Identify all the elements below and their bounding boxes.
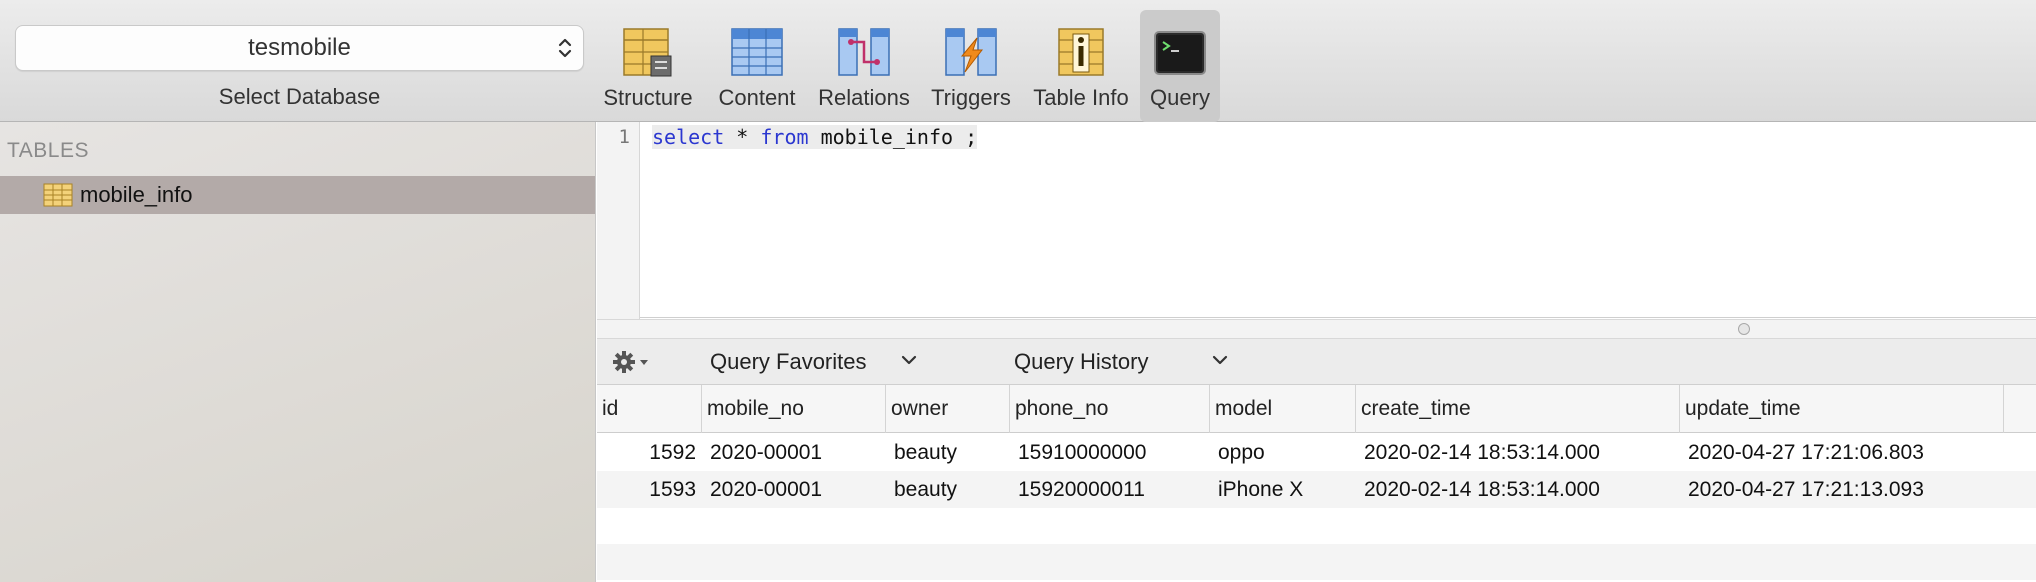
results-table: id mobile_no owner phone_no model create… — [597, 385, 2036, 582]
relations-icon — [838, 28, 890, 76]
cell-owner: beauty — [894, 478, 958, 501]
sidebar-item-mobile-info[interactable]: mobile_info — [0, 176, 595, 214]
cell-model: iPhone X — [1218, 478, 1304, 501]
table-row[interactable]: 1593 2020-00001 beauty 15920000011 iPhon… — [597, 471, 2036, 508]
column-header-phone-no[interactable]: phone_no — [1010, 385, 1210, 433]
content-button[interactable]: Content — [707, 10, 807, 122]
database-select[interactable]: tesmobile — [15, 25, 584, 71]
cell-update-time: 2020-04-27 17:21:06.803 — [1688, 441, 1924, 464]
column-header-create-time[interactable]: create_time — [1356, 385, 1680, 433]
column-header-owner[interactable]: owner — [886, 385, 1010, 433]
editor-divider — [640, 317, 2036, 318]
sidebar: TABLES mobile_info — [0, 122, 596, 582]
cell-create-time: 2020-02-14 18:53:14.000 — [1364, 478, 1600, 501]
table-icon — [43, 183, 73, 207]
table-info-button[interactable]: Table Info — [1026, 10, 1136, 122]
gear-icon[interactable] — [612, 349, 650, 375]
cell-update-time: 2020-04-27 17:21:13.093 — [1688, 478, 1924, 501]
relations-label: Relations — [818, 85, 910, 110]
line-number-gutter: 1 — [597, 122, 640, 319]
triggers-icon — [945, 28, 997, 76]
chevron-down-icon[interactable] — [901, 354, 917, 366]
query-editor[interactable]: 1 select * from mobile_info ; — [597, 122, 2036, 319]
column-header-model[interactable]: model — [1210, 385, 1356, 433]
select-database-label: Select Database — [218, 84, 381, 109]
empty-row — [597, 544, 2036, 580]
cell-mobile-no: 2020-00001 — [710, 441, 823, 464]
cell-model: oppo — [1218, 441, 1265, 464]
content-icon — [731, 28, 783, 76]
table-info-label: Table Info — [1033, 85, 1129, 110]
cell-owner: beauty — [894, 441, 958, 464]
tables-heading: TABLES — [7, 139, 89, 162]
line-number: 1 — [618, 126, 630, 148]
cell-mobile-no: 2020-00001 — [710, 478, 823, 501]
split-view-divider[interactable] — [597, 319, 2036, 339]
keyword-from: from — [760, 125, 809, 149]
cell-create-time: 2020-02-14 18:53:14.000 — [1364, 441, 1600, 464]
triggers-button[interactable]: Triggers — [922, 10, 1020, 122]
query-line: select * from mobile_info ; — [652, 125, 978, 149]
column-header-update-time[interactable]: update_time — [1680, 385, 2004, 433]
content-label: Content — [718, 85, 796, 110]
relations-button[interactable]: Relations — [812, 10, 916, 122]
structure-button[interactable]: Structure — [596, 10, 700, 122]
query-text[interactable]: select * from mobile_info ; — [652, 122, 978, 152]
query-button[interactable]: Query — [1140, 10, 1220, 122]
terminal-icon — [1154, 31, 1206, 75]
sidebar-item-label: mobile_info — [80, 182, 193, 207]
splitter-handle[interactable] — [1738, 323, 1750, 335]
cell-phone-no: 15920000011 — [1018, 478, 1145, 501]
keyword-select: select — [652, 125, 725, 149]
query-table-name: mobile_info ; — [808, 125, 978, 149]
select-updown-icon — [558, 38, 572, 58]
structure-label: Structure — [603, 85, 693, 110]
column-header-id[interactable]: id — [597, 385, 702, 433]
query-history-menu[interactable]: Query History — [1014, 349, 1148, 375]
database-select-value: tesmobile — [248, 34, 351, 61]
toolbar: tesmobile Select Database Structure Cont… — [0, 0, 2036, 122]
cell-phone-no: 15910000000 — [1018, 441, 1147, 464]
cell-id: 1593 — [649, 478, 696, 501]
query-bar: Query Favorites Query History — [597, 339, 2036, 385]
structure-icon — [623, 28, 672, 77]
chevron-down-icon[interactable] — [1212, 354, 1228, 366]
query-star: * — [724, 125, 761, 149]
cell-id: 1592 — [649, 441, 696, 464]
query-label: Query — [1150, 85, 1210, 110]
empty-row — [597, 508, 2036, 544]
table-info-icon — [1058, 28, 1104, 76]
table-row[interactable]: 1592 2020-00001 beauty 15910000000 oppo … — [597, 434, 2036, 471]
query-favorites-menu[interactable]: Query Favorites — [710, 349, 867, 375]
column-header-mobile-no[interactable]: mobile_no — [702, 385, 886, 433]
triggers-label: Triggers — [931, 85, 1011, 110]
results-header: id mobile_no owner phone_no model create… — [597, 385, 2036, 433]
